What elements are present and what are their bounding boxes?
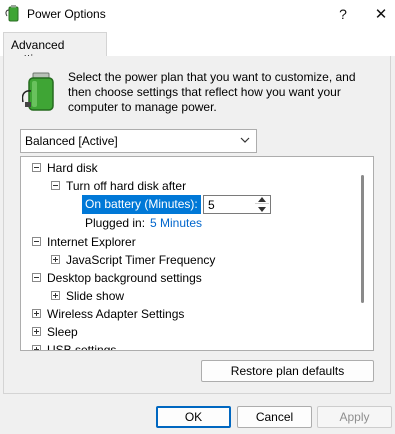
tree-item-label: Turn off hard disk after [66,179,187,193]
arrow-down-icon [258,206,266,212]
tab-strip: Advanced settings [0,28,395,66]
ok-button[interactable]: OK [156,406,231,428]
tree-item-sleep[interactable]: Sleep [21,323,361,341]
plugged-in-label: Plugged in: [85,216,146,230]
arrow-up-icon [258,197,266,202]
tab-advanced-settings[interactable]: Advanced settings [3,32,107,66]
tree-item-turn-off-hard-disk[interactable]: Turn off hard disk after [21,177,361,195]
spin-down-button[interactable] [255,205,269,213]
settings-tree[interactable]: Hard disk Turn off hard disk after On ba… [20,156,374,351]
tree-item-internet-explorer[interactable]: Internet Explorer [21,233,361,251]
minutes-spinner[interactable] [255,196,269,213]
on-battery-label: On battery (Minutes): [82,195,201,214]
on-battery-minutes-value: 5 [208,198,215,212]
tree-item-desktop-background[interactable]: Desktop background settings [21,269,361,287]
tree-item-label: Sleep [47,325,78,339]
collapse-icon[interactable] [51,181,60,190]
tree-item-label: Hard disk [47,161,98,175]
tree-item-slide-show[interactable]: Slide show [21,287,361,305]
close-icon: ✕ [374,6,388,23]
spin-up-button[interactable] [255,196,269,204]
tree-item-wireless-adapter[interactable]: Wireless Adapter Settings [21,305,361,323]
expand-icon[interactable] [51,255,60,264]
close-button[interactable]: ✕ [362,0,395,28]
battery-plan-icon [22,72,54,111]
tree-item-hard-disk[interactable]: Hard disk [21,159,361,177]
plan-description: Select the power plan that you want to c… [68,70,356,114]
power-plan-select[interactable]: Balanced [Active] [20,129,257,153]
tree-item-label: USB settings [47,343,117,351]
tree-item-label: Desktop background settings [47,271,202,285]
collapse-icon[interactable] [32,163,41,172]
collapse-icon[interactable] [32,237,41,246]
title-bar: Power Options ? ✕ [0,0,395,28]
tree-item-javascript-timer[interactable]: JavaScript Timer Frequency [21,251,361,269]
expand-icon[interactable] [32,345,41,350]
tree-item-plugged-in[interactable]: Plugged in: 5 Minutes [21,214,361,232]
window-title: Power Options [27,7,106,21]
tree-item-label: Internet Explorer [47,235,136,249]
expand-icon[interactable] [51,291,60,300]
apply-button[interactable]: Apply [317,406,392,428]
power-plan-value: Balanced [Active] [25,134,118,148]
collapse-icon[interactable] [32,273,41,282]
tree-item-on-battery[interactable]: On battery (Minutes): 5 [21,195,361,214]
restore-plan-defaults-button[interactable]: Restore plan defaults [201,360,374,382]
tree-item-usb-settings[interactable]: USB settings [21,341,361,351]
plugged-in-value-link[interactable]: 5 Minutes [150,216,202,230]
help-icon: ? [339,6,347,22]
tree-item-label: JavaScript Timer Frequency [66,253,216,267]
expand-icon[interactable] [32,327,41,336]
help-button[interactable]: ? [324,0,362,28]
expand-icon[interactable] [32,309,41,318]
cancel-button[interactable]: Cancel [237,406,312,428]
chevron-down-icon [240,137,250,143]
power-options-icon [5,5,19,22]
tree-scrollbar[interactable] [361,175,364,303]
tree-item-label: Wireless Adapter Settings [47,307,185,321]
tree-item-label: Slide show [66,289,125,303]
